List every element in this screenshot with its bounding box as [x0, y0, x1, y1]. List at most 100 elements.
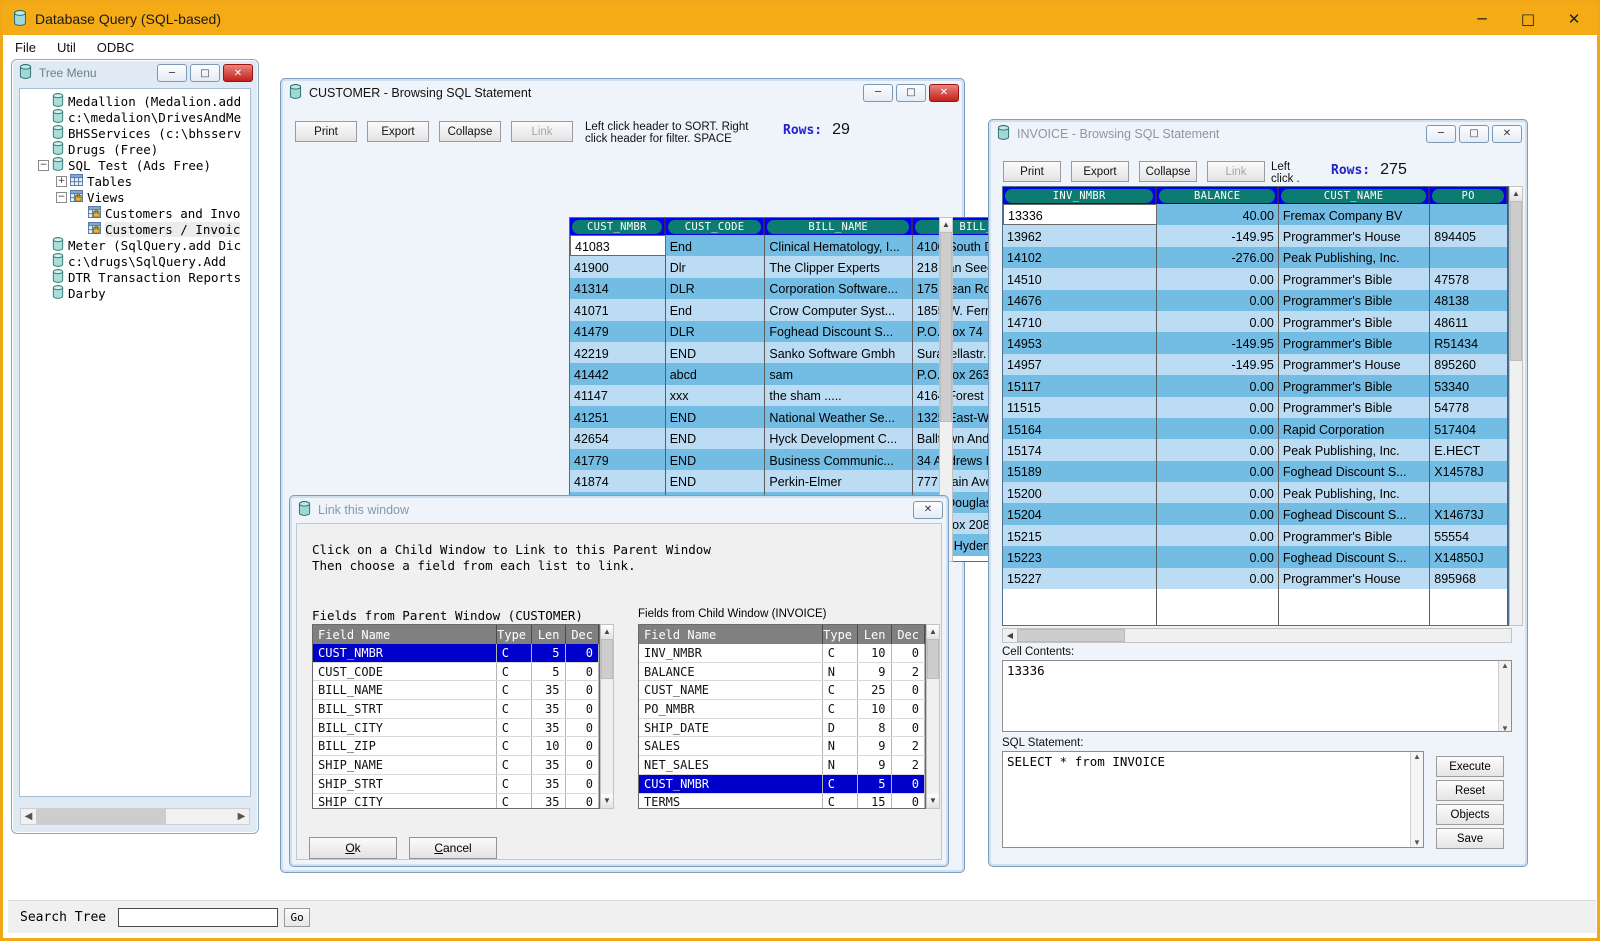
field-list-item[interactable]: BILL_ZIPC100 — [313, 737, 599, 756]
cell-contents-scrollbar[interactable]: ▲ ▼ — [1498, 661, 1511, 732]
field-list-column-header[interactable]: Field Name — [639, 625, 823, 644]
tree-node[interactable]: Medallion (Medalion.add — [38, 93, 250, 109]
execute-button[interactable]: Execute — [1436, 756, 1504, 777]
table-cell[interactable]: END — [666, 428, 766, 449]
table-cell[interactable]: Programmer's Bible — [1279, 311, 1430, 332]
field-list-column-header[interactable]: Field Name — [313, 625, 497, 644]
column-header-po[interactable]: PO — [1430, 187, 1508, 204]
table-cell[interactable]: 0.00 — [1157, 375, 1279, 396]
table-cell[interactable]: -149.95 — [1157, 332, 1279, 353]
table-cell[interactable]: 41779 — [570, 449, 666, 470]
field-list-item[interactable]: PO_NMBRC100 — [639, 700, 925, 719]
table-cell[interactable]: 15204 — [1003, 503, 1157, 524]
table-row[interactable]: 152230.00Foghead Discount S...X14850J — [1003, 546, 1508, 567]
field-list-item[interactable]: INV_NMBRC100 — [639, 644, 925, 663]
table-cell[interactable]: 41900 — [570, 256, 666, 277]
table-cell[interactable]: Foghead Discount S... — [1279, 461, 1430, 482]
scroll-right-icon[interactable]: ▶ — [234, 811, 249, 822]
table-cell-empty[interactable] — [1003, 589, 1157, 626]
field-list-item[interactable]: BALANCEN92 — [639, 663, 925, 682]
table-cell[interactable]: Peak Publishing, Inc. — [1279, 439, 1430, 460]
go-button[interactable]: Go — [284, 908, 310, 927]
table-cell[interactable]: Programmer's House — [1279, 225, 1430, 246]
child-fields-list[interactable]: Field NameTypeLenDecINV_NMBRC100BALANCEN… — [638, 624, 926, 809]
field-list-column-header[interactable]: Len — [532, 625, 565, 644]
table-row[interactable]: 151170.00Programmer's Bible53340 — [1003, 375, 1508, 396]
sql-statement-box[interactable]: SELECT * from INVOICE ▲ ▼ — [1002, 751, 1424, 848]
tree-node[interactable]: DTR Transaction Reports — [38, 269, 250, 285]
table-cell[interactable]: -149.95 — [1157, 225, 1279, 246]
field-list-column-header[interactable]: Type — [497, 625, 532, 644]
field-list-item[interactable]: SALESN92 — [639, 737, 925, 756]
table-cell[interactable]: 517404 — [1430, 418, 1508, 439]
table-cell[interactable]: 0.00 — [1157, 568, 1279, 589]
table-cell[interactable]: Foghead Discount S... — [765, 321, 913, 342]
table-cell[interactable]: END — [666, 342, 766, 363]
scroll-up-icon[interactable]: ▲ — [1510, 187, 1522, 201]
field-list-item[interactable]: CUST_NMBRC50 — [313, 644, 599, 663]
scrollbar-thumb[interactable] — [927, 639, 939, 679]
table-cell[interactable]: Programmer's House — [1279, 568, 1430, 589]
field-list-item[interactable]: CUST_NMBRC50 — [639, 775, 925, 794]
field-list-item[interactable]: SHIP_STRTC350 — [313, 775, 599, 794]
tree-node[interactable]: BHSServices (c:\bhsserv — [38, 125, 250, 141]
tree-node[interactable]: Darby — [38, 285, 250, 301]
table-cell[interactable] — [1430, 247, 1508, 268]
table-cell[interactable]: 0.00 — [1157, 268, 1279, 289]
table-cell[interactable]: 0.00 — [1157, 290, 1279, 311]
save-button[interactable]: Save — [1436, 828, 1504, 849]
table-row[interactable]: 1333640.00Fremax Company BV — [1003, 204, 1508, 225]
scroll-down-icon[interactable]: ▼ — [1411, 838, 1423, 847]
field-list-column-header[interactable]: Type — [823, 625, 858, 644]
table-cell[interactable]: 15164 — [1003, 418, 1157, 439]
column-header-cust_code[interactable]: CUST_CODE — [666, 218, 766, 235]
table-cell[interactable]: 40.00 — [1157, 204, 1279, 225]
scroll-up-icon[interactable]: ▲ — [601, 625, 613, 639]
table-cell[interactable]: End — [666, 299, 766, 320]
table-cell[interactable]: 48138 — [1430, 290, 1508, 311]
scrollbar-thumb[interactable] — [36, 809, 166, 824]
table-cell[interactable]: 41874 — [570, 470, 666, 491]
cell-contents-box[interactable]: 13336 ▲ ▼ — [1002, 660, 1512, 732]
table-cell[interactable]: Programmer's Bible — [1279, 397, 1430, 418]
table-cell[interactable]: 47578 — [1430, 268, 1508, 289]
menu-item-file[interactable]: File — [6, 38, 45, 57]
table-cell[interactable]: 41442 — [570, 363, 666, 384]
table-cell[interactable]: -276.00 — [1157, 247, 1279, 268]
table-cell[interactable]: 0.00 — [1157, 503, 1279, 524]
table-cell[interactable]: 0.00 — [1157, 418, 1279, 439]
field-list-item[interactable]: SHIP_CITYC350 — [313, 794, 599, 810]
table-cell[interactable]: X14578J — [1430, 461, 1508, 482]
scrollbar-thumb[interactable] — [1017, 629, 1125, 642]
scrollbar-thumb[interactable] — [601, 639, 613, 679]
field-list-item[interactable]: BILL_STRTC350 — [313, 700, 599, 719]
close-button[interactable]: ✕ — [929, 84, 959, 102]
tree-expander-minus-icon[interactable]: − — [56, 192, 67, 203]
field-list-column-header[interactable]: Dec — [892, 625, 925, 644]
field-list-item[interactable]: SHIP_DATED80 — [639, 719, 925, 738]
table-row[interactable]: 14953-149.95Programmer's BibleR51434 — [1003, 332, 1508, 353]
export-button[interactable]: Export — [367, 121, 429, 142]
collapse-button[interactable]: Collapse — [439, 121, 501, 142]
table-cell[interactable]: xxx — [666, 385, 766, 406]
menu-item-util[interactable]: Util — [48, 38, 85, 57]
scroll-left-icon[interactable]: ◀ — [21, 811, 36, 822]
table-cell[interactable]: 0.00 — [1157, 397, 1279, 418]
table-row[interactable]: 146760.00Programmer's Bible48138 — [1003, 290, 1508, 311]
table-cell[interactable]: Peak Publishing, Inc. — [1279, 482, 1430, 503]
table-cell[interactable]: Perkin-Elmer — [765, 470, 913, 491]
column-header-bill_name[interactable]: BILL_NAME — [765, 218, 913, 235]
table-cell[interactable]: 15174 — [1003, 439, 1157, 460]
table-cell[interactable]: 41147 — [570, 385, 666, 406]
table-cell[interactable]: END — [666, 406, 766, 427]
table-cell-empty[interactable] — [1157, 589, 1279, 626]
table-cell[interactable]: Crow Computer Syst... — [765, 299, 913, 320]
field-list-item[interactable]: SHIP_NAMEC350 — [313, 756, 599, 775]
column-header-cust_nmbr[interactable]: CUST_NMBR — [570, 218, 666, 235]
table-cell[interactable]: Programmer's Bible — [1279, 375, 1430, 396]
tree-node[interactable]: c:\drugs\SqlQuery.Add — [38, 253, 250, 269]
table-row[interactable]: 151740.00Peak Publishing, Inc.E.HECT — [1003, 439, 1508, 460]
export-button[interactable]: Export — [1071, 161, 1129, 182]
table-cell[interactable]: Programmer's House — [1279, 354, 1430, 375]
scroll-down-icon[interactable]: ▼ — [601, 794, 613, 808]
